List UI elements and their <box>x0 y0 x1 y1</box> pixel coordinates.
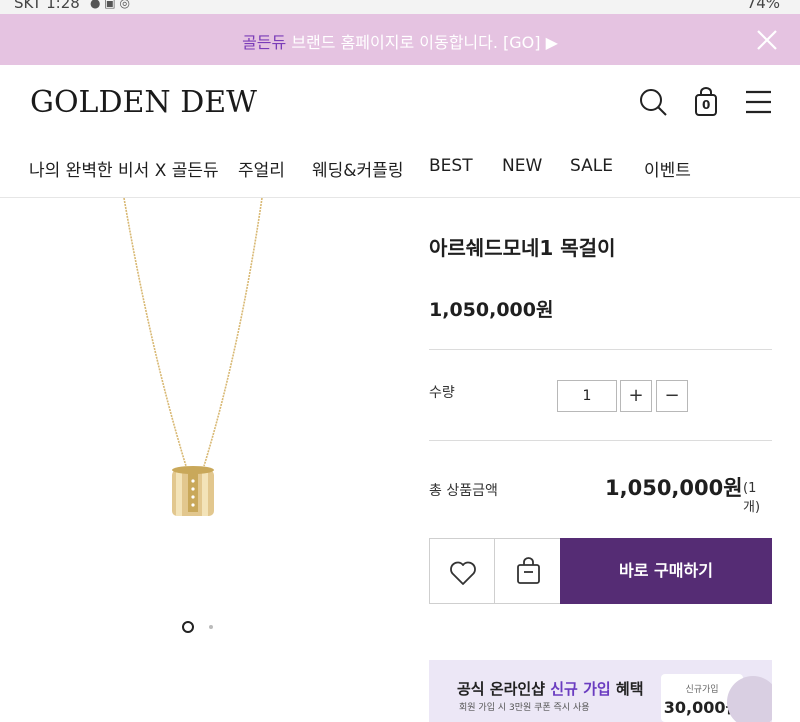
shopping-bag-icon[interactable]: 0 <box>692 87 722 117</box>
notification-icons: ● ▣ ◎ <box>90 0 130 10</box>
necklace-image <box>123 198 263 516</box>
total-label: 총 상품금액 <box>429 483 498 499</box>
buy-now-button[interactable]: 바로 구매하기 <box>560 538 772 604</box>
battery-level: 74% <box>746 0 780 12</box>
nav-item-assistant[interactable]: 나의 완벽한 비서 X 골든듀 <box>29 156 219 181</box>
benefit-suffix: 혜택 <box>610 680 644 698</box>
nav-item-best[interactable]: BEST <box>429 156 473 176</box>
brand-logo[interactable]: GOLDEN DEW <box>30 85 257 120</box>
product-gallery[interactable] <box>0 198 400 722</box>
pagination-dot[interactable] <box>209 625 213 629</box>
nav-item-wedding[interactable]: 웨딩&커플링 <box>312 156 403 181</box>
cart-count: 0 <box>702 98 711 112</box>
benefit-highlight: 신규 가입 <box>550 680 611 698</box>
nav-item-event[interactable]: 이벤트 <box>644 156 691 181</box>
close-icon[interactable] <box>756 29 778 51</box>
promo-text[interactable]: 골든듀 브랜드 홈페이지로 이동합니다. [GO] ▶ <box>0 29 800 53</box>
divider <box>429 440 772 441</box>
benefit-headline: 공식 온라인샵 신규 가입 혜택 <box>457 678 644 699</box>
total-count: (1개) <box>743 481 761 515</box>
nav-item-sale[interactable]: SALE <box>570 156 613 176</box>
promo-banner[interactable]: 골든듀 브랜드 홈페이지로 이동합니다. [GO] ▶ <box>0 14 800 65</box>
quantity-plus-button[interactable]: + <box>620 380 652 412</box>
benefit-subtext: 회원 가입 시 3만원 쿠폰 즉시 사용 <box>459 703 590 713</box>
main-nav: 나의 완벽한 비서 X 골든듀 주얼리 웨딩&커플링 BEST NEW SALE… <box>0 142 800 198</box>
divider <box>429 349 772 350</box>
product-price: 1,050,000원 <box>429 299 554 321</box>
signup-benefit-banner[interactable]: 공식 온라인샵 신규 가입 혜택 회원 가입 시 3만원 쿠폰 즉시 사용 신규… <box>429 660 772 722</box>
status-bar: SKT 1:28 ● ▣ ◎ 74% <box>0 0 800 14</box>
quantity-minus-button[interactable]: − <box>656 380 688 412</box>
product-title: 아르쉐드모네1 목걸이 <box>429 236 616 260</box>
total-price: 1,050,000원 <box>605 476 743 500</box>
search-icon[interactable] <box>638 87 668 117</box>
wishlist-button[interactable] <box>429 538 495 604</box>
hamburger-menu-icon[interactable] <box>744 87 774 117</box>
nav-item-jewelry[interactable]: 주얼리 <box>238 156 285 181</box>
quantity-label: 수량 <box>429 385 455 401</box>
promo-message: 브랜드 홈페이지로 이동합니다. [GO] ▶ <box>286 33 558 52</box>
site-header: GOLDEN DEW 0 <box>0 65 800 142</box>
heart-icon <box>449 560 477 590</box>
model-photo <box>727 676 772 722</box>
pagination-dot-active[interactable] <box>182 621 194 633</box>
shopping-bag-icon <box>516 557 542 589</box>
nav-item-new[interactable]: NEW <box>502 156 542 176</box>
promo-brand: 골든듀 <box>242 33 287 52</box>
quantity-input[interactable]: 1 <box>557 380 617 412</box>
benefit-prefix: 공식 온라인샵 <box>457 680 551 698</box>
add-to-cart-button[interactable] <box>494 538 561 604</box>
carrier-time: SKT 1:28 <box>14 0 80 12</box>
